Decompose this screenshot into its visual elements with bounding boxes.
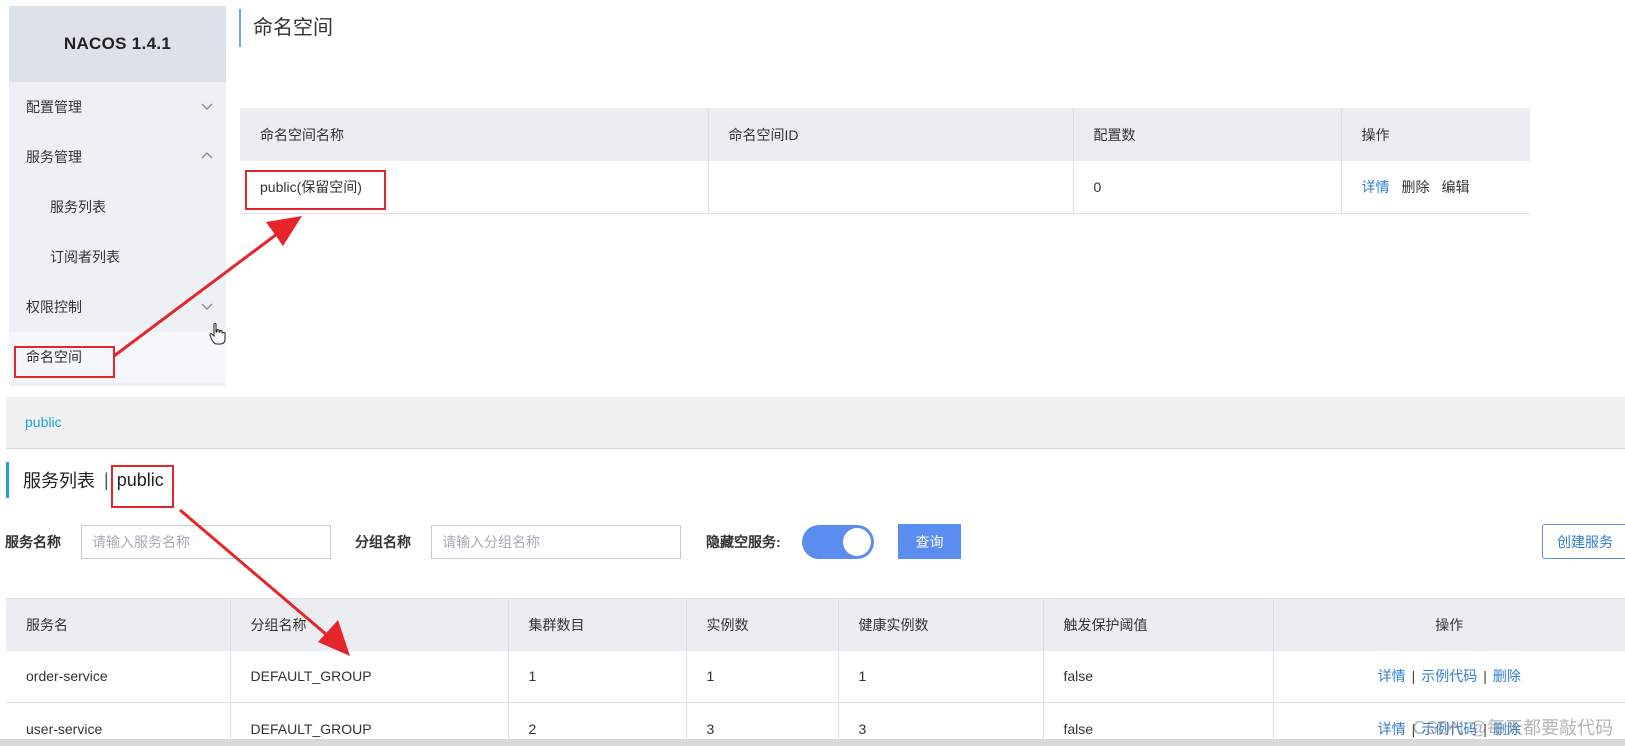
sidebar-item-label: 服务列表 bbox=[50, 199, 106, 215]
column-header: 命名空间ID bbox=[708, 108, 1074, 161]
edit-link[interactable]: 编辑 bbox=[1442, 179, 1470, 195]
chevron-down-icon bbox=[201, 103, 213, 110]
annotation-box-namespace-menu bbox=[14, 346, 115, 378]
column-header: 配置数 bbox=[1073, 108, 1342, 161]
column-header: 命名空间名称 bbox=[240, 108, 709, 161]
annotation-box-public-tag bbox=[111, 465, 174, 508]
sidebar: NACOS 1.4.1 配置管理 服务管理 服务列表 订阅者列表 权限控制 命名… bbox=[9, 6, 226, 386]
service-name-filter-label: 服务名称 bbox=[5, 534, 61, 550]
table-row: public(保留空间) 0 详情 删除 编辑 bbox=[240, 161, 1530, 214]
column-header: 触发保护阈值 bbox=[1043, 598, 1274, 651]
delete-link[interactable]: 删除 bbox=[1402, 179, 1430, 195]
sidebar-item-label: 配置管理 bbox=[26, 99, 82, 115]
annotation-box-public-namespace bbox=[245, 170, 386, 210]
column-header: 操作 bbox=[1341, 108, 1530, 161]
namespace-tab-public[interactable]: public bbox=[25, 414, 62, 430]
horizontal-scrollbar[interactable] bbox=[0, 739, 1625, 746]
namespace-id-cell bbox=[708, 161, 1074, 214]
column-header: 分组名称 bbox=[230, 598, 509, 651]
table-header-row: 服务名 分组名称 集群数目 实例数 健康实例数 触发保护阈值 操作 bbox=[6, 598, 1625, 651]
action-separator: | bbox=[1483, 668, 1487, 685]
details-link[interactable]: 详情 bbox=[1378, 668, 1406, 684]
page-title: 命名空间 bbox=[239, 9, 333, 47]
nacos-logo: NACOS 1.4.1 bbox=[9, 6, 226, 82]
sidebar-item-service-management[interactable]: 服务管理 bbox=[9, 132, 226, 182]
column-header: 健康实例数 bbox=[838, 598, 1044, 651]
service-name-input[interactable] bbox=[81, 525, 331, 559]
table-header-row: 命名空间名称 命名空间ID 配置数 操作 bbox=[240, 108, 1530, 161]
healthy-instance-count-cell: 1 bbox=[838, 650, 1044, 703]
service-name-cell: order-service bbox=[6, 650, 231, 703]
column-header: 操作 bbox=[1273, 598, 1625, 651]
sidebar-item-label: 权限控制 bbox=[26, 299, 82, 315]
action-separator: | bbox=[1411, 668, 1416, 685]
group-name-input[interactable] bbox=[431, 525, 681, 559]
actions-cell: 详情 | 示例代码 | 删除 bbox=[1273, 650, 1625, 703]
chevron-up-icon bbox=[201, 152, 213, 159]
hide-empty-filter-label: 隐藏空服务: bbox=[706, 534, 781, 550]
instance-count-cell: 1 bbox=[686, 650, 839, 703]
hide-empty-toggle[interactable] bbox=[802, 525, 874, 559]
query-button[interactable]: 查询 bbox=[898, 524, 961, 559]
watermark: CSDN @每天都要敲代码 bbox=[1412, 718, 1613, 738]
column-header: 集群数目 bbox=[508, 598, 687, 651]
sidebar-item-subscriber-list[interactable]: 订阅者列表 bbox=[9, 232, 226, 282]
namespace-table: 命名空间名称 命名空间ID 配置数 操作 public(保留空间) 0 详情 删除… bbox=[240, 108, 1530, 214]
title-separator: | bbox=[104, 469, 109, 490]
column-header: 实例数 bbox=[686, 598, 839, 651]
service-table: 服务名 分组名称 集群数目 实例数 健康实例数 触发保护阈值 操作 order-… bbox=[6, 598, 1625, 746]
details-link[interactable]: 详情 bbox=[1378, 721, 1406, 737]
group-name-filter-label: 分组名称 bbox=[355, 534, 411, 550]
actions-cell: 详情 删除 编辑 bbox=[1341, 161, 1530, 214]
sidebar-item-service-list[interactable]: 服务列表 bbox=[9, 182, 226, 232]
toggle-knob bbox=[843, 528, 871, 556]
hand-cursor-icon bbox=[209, 323, 226, 345]
table-row: order-service DEFAULT_GROUP 1 1 1 false … bbox=[6, 650, 1625, 703]
chevron-down-icon bbox=[201, 303, 213, 310]
protect-threshold-cell: false bbox=[1043, 650, 1274, 703]
sidebar-item-label: 服务管理 bbox=[26, 149, 82, 165]
column-header: 服务名 bbox=[6, 598, 231, 651]
group-name-cell: DEFAULT_GROUP bbox=[230, 650, 509, 703]
sample-code-link[interactable]: 示例代码 bbox=[1421, 668, 1477, 684]
details-link[interactable]: 详情 bbox=[1362, 179, 1390, 195]
sidebar-item-label: 订阅者列表 bbox=[50, 249, 120, 265]
create-service-button[interactable]: 创建服务 bbox=[1542, 524, 1625, 559]
cluster-count-cell: 1 bbox=[508, 650, 687, 703]
sidebar-item-config-management[interactable]: 配置管理 bbox=[9, 82, 226, 132]
delete-link[interactable]: 删除 bbox=[1493, 668, 1521, 684]
page-title: 服务列表 bbox=[23, 471, 95, 491]
namespace-bar: public bbox=[6, 397, 1625, 449]
config-count-cell: 0 bbox=[1073, 161, 1342, 214]
sidebar-item-access-control[interactable]: 权限控制 bbox=[9, 282, 226, 332]
